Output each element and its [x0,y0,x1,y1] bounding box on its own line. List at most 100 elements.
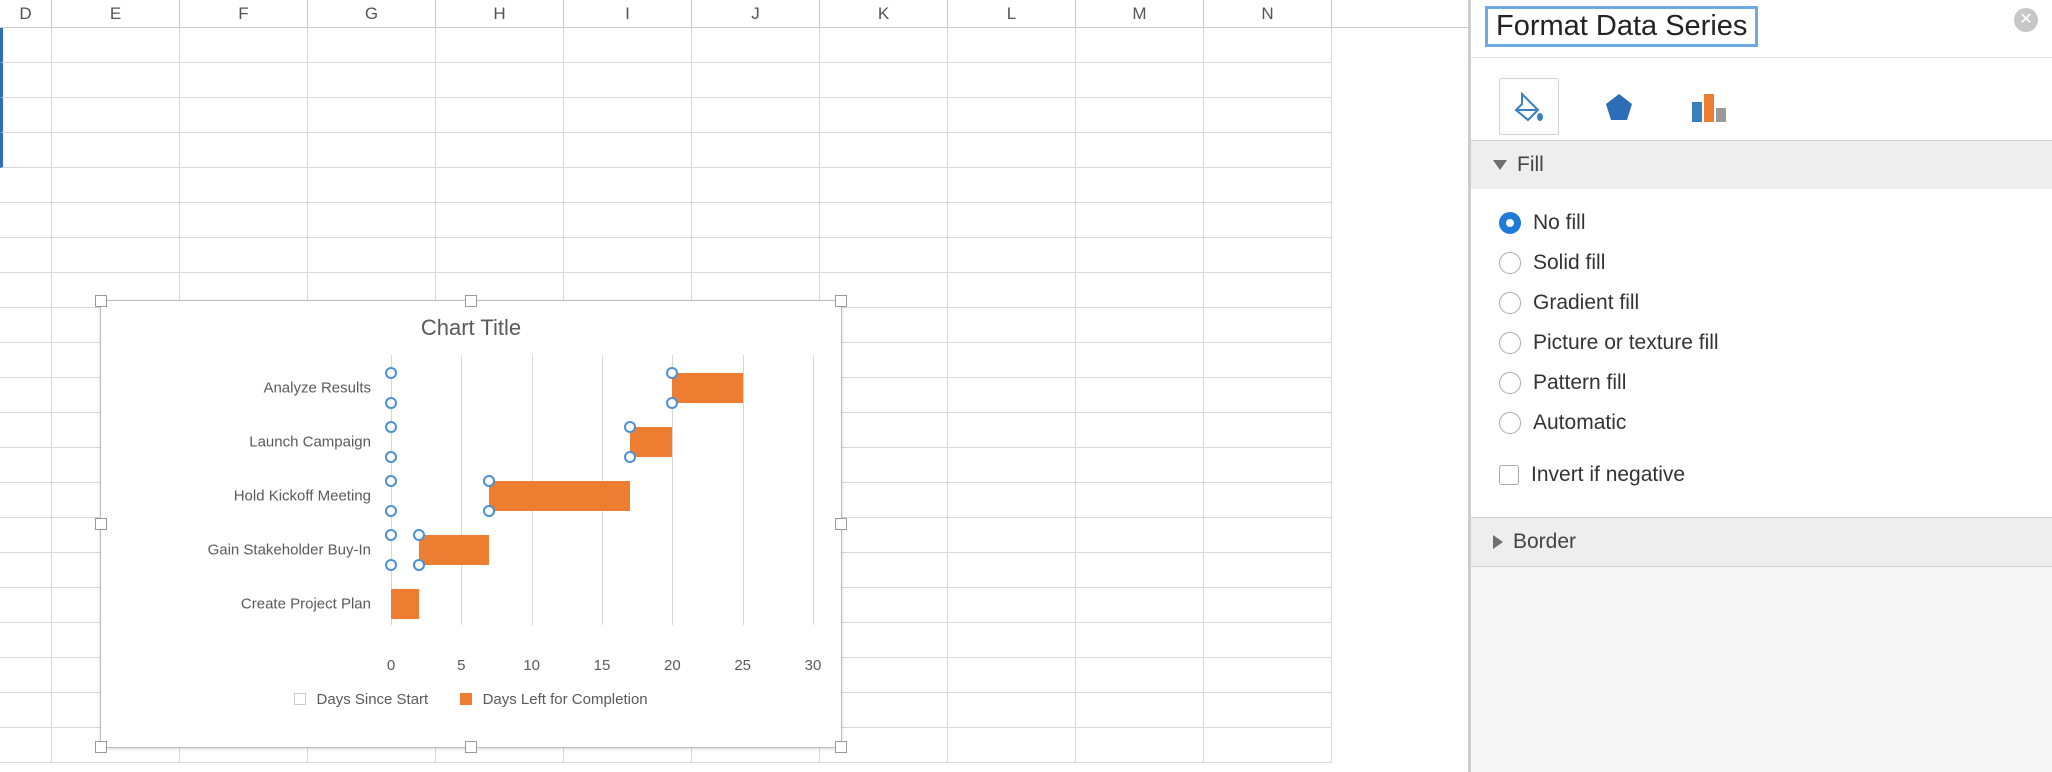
column-header[interactable]: I [564,0,692,27]
cell[interactable] [564,168,692,203]
cell[interactable] [948,693,1076,728]
cell[interactable] [692,63,820,98]
cell[interactable] [52,28,180,63]
cell[interactable] [1204,98,1332,133]
cell[interactable] [0,133,52,168]
cell[interactable] [948,588,1076,623]
category-label[interactable]: Hold Kickoff Meeting [234,488,371,505]
cell[interactable] [1204,238,1332,273]
cell[interactable] [0,413,52,448]
cell[interactable] [948,728,1076,763]
series-selection-marker[interactable] [385,397,397,409]
category-label[interactable]: Launch Campaign [249,434,371,451]
plot-area[interactable]: Analyze Results Launch Campaign Hold Kicko… [101,355,811,645]
cell[interactable] [948,448,1076,483]
cell[interactable] [180,98,308,133]
resize-handle[interactable] [95,295,107,307]
cell[interactable] [1076,203,1204,238]
cell[interactable] [436,133,564,168]
series-selection-marker[interactable] [666,367,678,379]
cell[interactable] [1076,28,1204,63]
cell[interactable] [948,168,1076,203]
cell[interactable] [948,28,1076,63]
bar-segment-start[interactable] [391,373,672,403]
series-selection-marker[interactable] [385,505,397,517]
x-tick-label[interactable]: 5 [457,657,465,674]
x-tick-label[interactable]: 25 [734,657,751,674]
cell[interactable] [436,203,564,238]
cell[interactable] [1076,658,1204,693]
cell[interactable] [948,133,1076,168]
x-axis[interactable]: 051015202530 [391,653,811,681]
cell[interactable] [1076,63,1204,98]
cell[interactable] [1204,588,1332,623]
fill-option[interactable]: No fill [1499,203,2024,243]
cell[interactable] [1076,483,1204,518]
cell[interactable] [1076,98,1204,133]
cell[interactable] [0,308,52,343]
cell[interactable] [1076,553,1204,588]
cell[interactable] [0,518,52,553]
bar-segment-start[interactable] [391,427,630,457]
cell[interactable] [948,413,1076,448]
category-label[interactable]: Analyze Results [263,380,371,397]
column-header[interactable]: H [436,0,564,27]
fill-option[interactable]: Pattern fill [1499,363,2024,403]
cell[interactable] [1204,413,1332,448]
cell[interactable] [1204,203,1332,238]
cell[interactable] [1204,273,1332,308]
section-border-header[interactable]: Border [1471,518,2052,566]
cell[interactable] [820,63,948,98]
cell[interactable] [180,238,308,273]
fill-option[interactable]: Solid fill [1499,243,2024,283]
resize-handle[interactable] [835,295,847,307]
tab-fill-line[interactable] [1499,78,1559,136]
cell[interactable] [948,98,1076,133]
cell[interactable] [948,203,1076,238]
cell[interactable] [0,728,52,763]
bar-segment-duration[interactable] [630,427,672,457]
cell[interactable] [1076,623,1204,658]
fill-option[interactable]: Automatic [1499,403,2024,443]
cell[interactable] [1076,133,1204,168]
cell[interactable] [308,168,436,203]
cell[interactable] [52,63,180,98]
cell[interactable] [0,553,52,588]
cell[interactable] [0,693,52,728]
tab-effects[interactable] [1589,78,1649,136]
cell[interactable] [52,98,180,133]
series-selection-marker[interactable] [624,451,636,463]
cell[interactable] [180,133,308,168]
cell[interactable] [52,168,180,203]
close-icon[interactable]: ✕ [2014,8,2038,32]
series-selection-marker[interactable] [483,475,495,487]
cell[interactable] [1204,63,1332,98]
series-selection-marker[interactable] [413,529,425,541]
cell[interactable] [1204,308,1332,343]
cell[interactable] [0,28,52,63]
column-header[interactable]: J [692,0,820,27]
cell[interactable] [0,98,52,133]
cell[interactable] [52,133,180,168]
cell[interactable] [820,28,948,63]
cell[interactable] [180,28,308,63]
cell[interactable] [0,658,52,693]
cell[interactable] [308,203,436,238]
bar-segment-duration[interactable] [391,589,419,619]
series-selection-marker[interactable] [666,397,678,409]
section-fill-header[interactable]: Fill [1471,141,2052,189]
cell[interactable] [1204,483,1332,518]
category-label[interactable]: Create Project Plan [241,596,371,613]
cell[interactable] [1076,588,1204,623]
cell[interactable] [308,63,436,98]
cell[interactable] [1076,378,1204,413]
cell[interactable] [692,168,820,203]
chart-object[interactable]: Chart Title Analyze ResultsLaunch Campai… [100,300,842,748]
bar-segment-duration[interactable] [419,535,489,565]
cell[interactable] [564,98,692,133]
cell[interactable] [820,133,948,168]
column-header[interactable]: F [180,0,308,27]
series-selection-marker[interactable] [385,421,397,433]
x-tick-label[interactable]: 0 [387,657,395,674]
series-selection-marker[interactable] [413,559,425,571]
